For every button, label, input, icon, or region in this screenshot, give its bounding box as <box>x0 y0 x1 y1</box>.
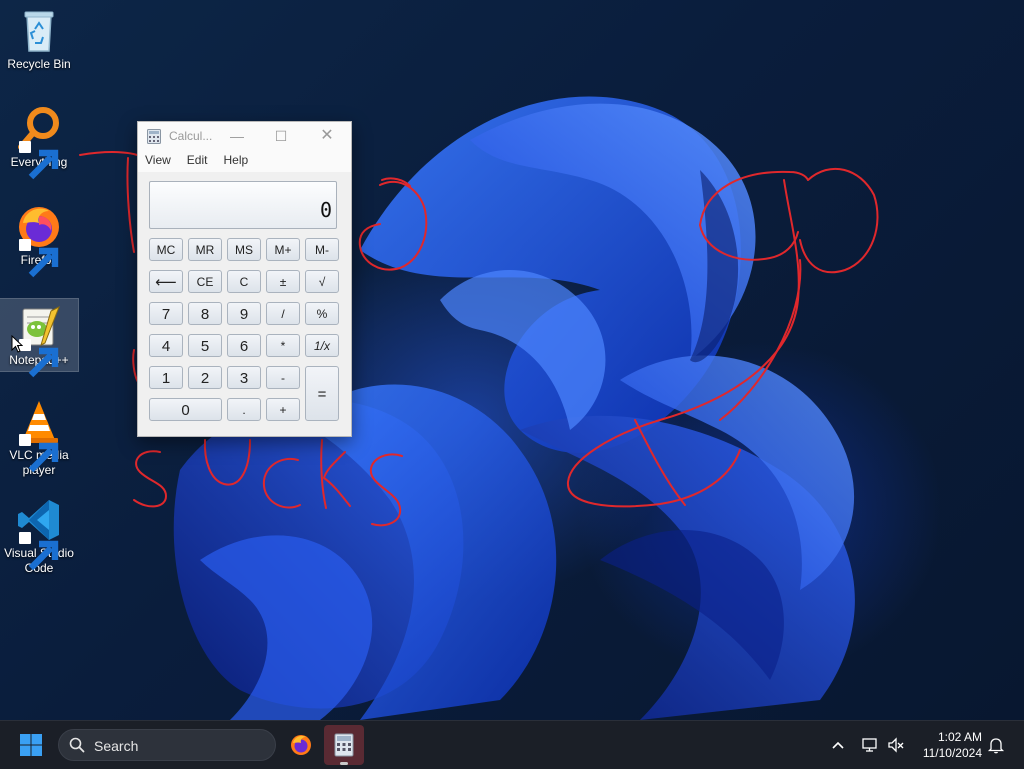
desktop-icon-vscode[interactable]: Visual Studio Code <box>0 496 78 576</box>
search-icon <box>69 737 85 753</box>
digit-9-button[interactable]: 9 <box>227 302 261 325</box>
everything-search-icon <box>15 105 63 180</box>
calculator-titlebar[interactable]: Calcul... — ☐ ✕ <box>138 122 351 150</box>
memory-clear-button[interactable]: MC <box>149 238 183 261</box>
digit-4-button[interactable]: 4 <box>149 334 183 357</box>
menu-help[interactable]: Help <box>215 150 256 167</box>
close-button[interactable]: ✕ <box>305 122 349 150</box>
clear-button[interactable]: C <box>227 270 261 293</box>
desktop-icon-label: Recycle Bin <box>7 57 71 71</box>
plus-minus-button[interactable]: ± <box>266 270 300 293</box>
vscode-icon <box>15 496 63 571</box>
shortcut-arrow-icon <box>19 434 59 473</box>
digit-6-button[interactable]: 6 <box>227 334 261 357</box>
desktop-icon-recycle-bin[interactable]: Recycle Bin <box>0 7 78 72</box>
memory-subtract-button[interactable]: M- <box>305 238 339 261</box>
taskbar-search-box[interactable]: Search <box>58 729 276 761</box>
plus-button[interactable]: + <box>266 398 300 421</box>
desktop-icon-firefox[interactable]: Firefox <box>0 203 78 278</box>
vlc-cone-icon <box>15 398 63 473</box>
calculator-icon <box>334 733 354 757</box>
square-root-button[interactable]: √ <box>305 270 339 293</box>
digit-0-button[interactable]: 0 <box>149 398 222 421</box>
search-placeholder: Search <box>94 738 139 754</box>
shortcut-arrow-icon <box>19 239 59 278</box>
network-icon[interactable] <box>860 735 880 755</box>
clock-date: 11/10/2024 <box>922 746 982 760</box>
firefox-icon <box>15 203 63 278</box>
decimal-button[interactable]: . <box>227 398 261 421</box>
calculator-icon <box>147 129 161 144</box>
mouse-cursor-icon <box>11 335 23 353</box>
menu-edit[interactable]: Edit <box>179 150 216 167</box>
start-windows-icon[interactable] <box>19 733 43 757</box>
memory-recall-button[interactable]: MR <box>188 238 222 261</box>
digit-2-button[interactable]: 2 <box>188 366 222 389</box>
active-app-indicator <box>340 762 348 765</box>
calculator-display: 0 <box>149 181 337 229</box>
maximize-button[interactable]: ☐ <box>259 122 303 150</box>
window-title: Calcul... <box>169 129 213 143</box>
equals-button[interactable]: = <box>305 366 339 421</box>
digit-5-button[interactable]: 5 <box>188 334 222 357</box>
digit-1-button[interactable]: 1 <box>149 366 183 389</box>
minus-button[interactable]: - <box>266 366 300 389</box>
clear-entry-button[interactable]: CE <box>188 270 222 293</box>
digit-7-button[interactable]: 7 <box>149 302 183 325</box>
menu-bar: View Edit Help <box>138 150 351 172</box>
menu-view[interactable]: View <box>138 150 179 167</box>
system-clock[interactable]: 1:02 AM 11/10/2024 <box>912 729 982 761</box>
recycle-bin-icon <box>15 7 63 55</box>
desktop-icon-everything[interactable]: Everything <box>0 105 78 180</box>
taskbar-firefox[interactable] <box>281 725 321 765</box>
multiply-button[interactable]: * <box>266 334 300 357</box>
memory-store-button[interactable]: MS <box>227 238 261 261</box>
notifications-bell-icon[interactable] <box>986 735 1006 755</box>
taskbar: Search 1:02 AM 11/10/2024 <box>0 720 1024 769</box>
firefox-icon <box>291 735 311 755</box>
show-hidden-icons-chevron-up-icon[interactable] <box>828 735 848 755</box>
divide-button[interactable]: / <box>266 302 300 325</box>
digit-8-button[interactable]: 8 <box>188 302 222 325</box>
desktop-icon-vlc[interactable]: VLC media player <box>0 398 78 478</box>
percent-button[interactable]: % <box>305 302 339 325</box>
memory-add-button[interactable]: M+ <box>266 238 300 261</box>
minimize-button[interactable]: — <box>215 122 259 150</box>
reciprocal-button[interactable]: 1/x <box>305 334 339 357</box>
shortcut-arrow-icon <box>19 532 59 571</box>
taskbar-calculator[interactable] <box>324 725 364 765</box>
desktop: Recycle Bin Everything Firefox Notepad++… <box>0 0 1024 720</box>
clock-time: 1:02 AM <box>937 730 982 744</box>
backspace-button[interactable]: ⟵ <box>149 270 183 293</box>
calculator-window[interactable]: Calcul... — ☐ ✕ View Edit Help 0 MC MR MS … <box>137 121 352 437</box>
shortcut-arrow-icon <box>19 141 59 180</box>
volume-muted-icon[interactable] <box>886 735 906 755</box>
digit-3-button[interactable]: 3 <box>227 366 261 389</box>
